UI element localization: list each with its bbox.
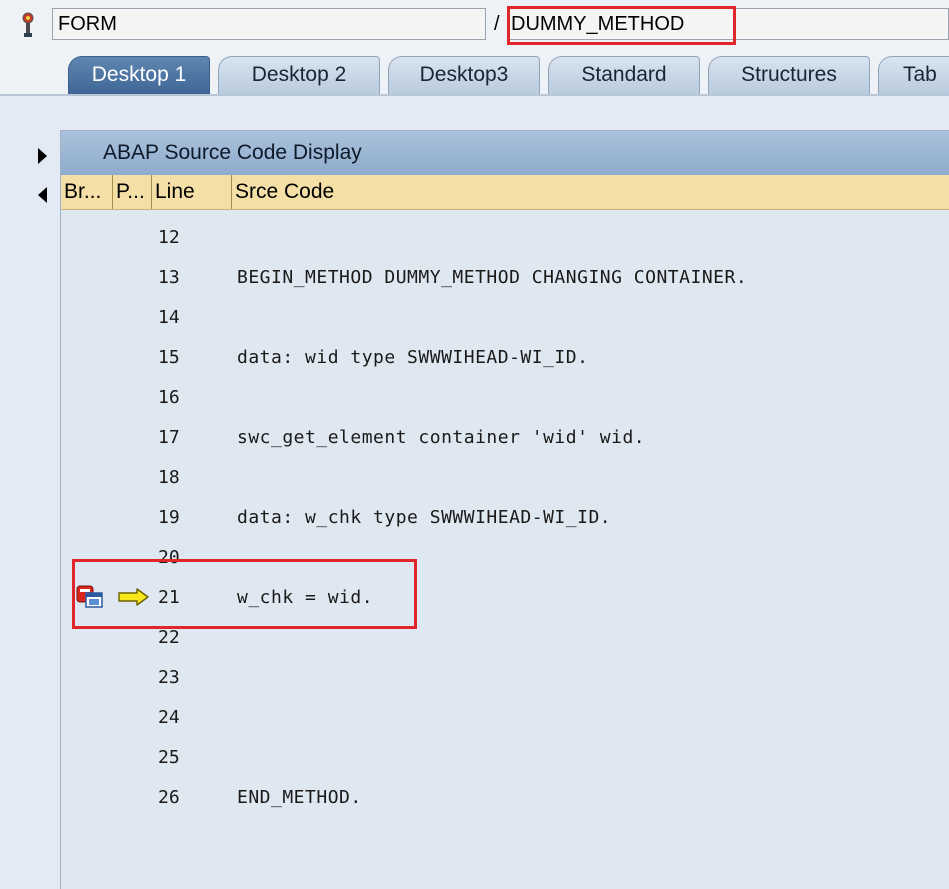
- method-highlight-box: [507, 6, 736, 45]
- settings-icon[interactable]: [18, 11, 38, 39]
- column-source-code[interactable]: Srce Code: [231, 175, 949, 209]
- line-number: 18: [158, 467, 180, 488]
- line-number: 17: [158, 427, 180, 448]
- code-line[interactable]: 23: [61, 658, 949, 698]
- tab-tables[interactable]: Tab: [878, 56, 949, 94]
- code-line[interactable]: 17 swc_get_element container 'wid' wid.: [61, 418, 949, 458]
- source-text: swc_get_element container 'wid' wid.: [237, 427, 646, 448]
- code-line[interactable]: 18: [61, 458, 949, 498]
- code-line[interactable]: 12: [61, 218, 949, 258]
- collapse-arrow-icon[interactable]: [38, 187, 47, 203]
- line-number: 16: [158, 387, 180, 408]
- panel-title: ABAP Source Code Display: [61, 131, 949, 175]
- line-number: 15: [158, 347, 180, 368]
- header-bar: FORM / DUMMY_METHOD: [0, 0, 949, 50]
- column-pointer[interactable]: P...: [112, 175, 151, 209]
- source-text: data: w_chk type SWWWIHEAD-WI_ID.: [237, 507, 612, 528]
- tab-desktop-1[interactable]: Desktop 1: [68, 56, 210, 94]
- line-number: 24: [158, 707, 180, 728]
- line-number: 19: [158, 507, 180, 528]
- code-line[interactable]: 14: [61, 298, 949, 338]
- code-line[interactable]: 15 data: wid type SWWWIHEAD-WI_ID.: [61, 338, 949, 378]
- form-field[interactable]: FORM: [52, 8, 486, 40]
- panel-title-text: ABAP Source Code Display: [103, 141, 362, 164]
- code-line[interactable]: 25: [61, 738, 949, 778]
- line-number: 23: [158, 667, 180, 688]
- source-code-panel: ABAP Source Code Display Br... P... Line…: [60, 130, 949, 889]
- code-line[interactable]: 24: [61, 698, 949, 738]
- tab-desktop-2[interactable]: Desktop 2: [218, 56, 380, 94]
- tab-desktop-3[interactable]: Desktop3: [388, 56, 540, 94]
- code-line[interactable]: 19 data: w_chk type SWWWIHEAD-WI_ID.: [61, 498, 949, 538]
- tab-structures[interactable]: Structures: [708, 56, 870, 94]
- source-text: data: wid type SWWWIHEAD-WI_ID.: [237, 347, 589, 368]
- code-line[interactable]: 26 END_METHOD.: [61, 778, 949, 818]
- code-line[interactable]: 13 BEGIN_METHOD DUMMY_METHOD CHANGING CO…: [61, 258, 949, 298]
- expand-arrow-icon[interactable]: [38, 148, 47, 164]
- code-line[interactable]: 16: [61, 378, 949, 418]
- tab-strip: Desktop 1 Desktop 2 Desktop3 Standard St…: [0, 50, 949, 96]
- source-text: BEGIN_METHOD DUMMY_METHOD CHANGING CONTA…: [237, 267, 748, 288]
- tab-standard[interactable]: Standard: [548, 56, 700, 94]
- current-line-highlight-box: [72, 559, 417, 629]
- line-number: 12: [158, 227, 180, 248]
- separator-slash: /: [494, 13, 500, 35]
- column-line[interactable]: Line: [151, 175, 231, 209]
- line-number: 14: [158, 307, 180, 328]
- column-breakpoint[interactable]: Br...: [61, 175, 112, 209]
- column-header: Br... P... Line Srce Code: [61, 175, 949, 210]
- line-number: 13: [158, 267, 180, 288]
- line-number: 25: [158, 747, 180, 768]
- source-text: END_METHOD.: [237, 787, 362, 808]
- line-number: 26: [158, 787, 180, 808]
